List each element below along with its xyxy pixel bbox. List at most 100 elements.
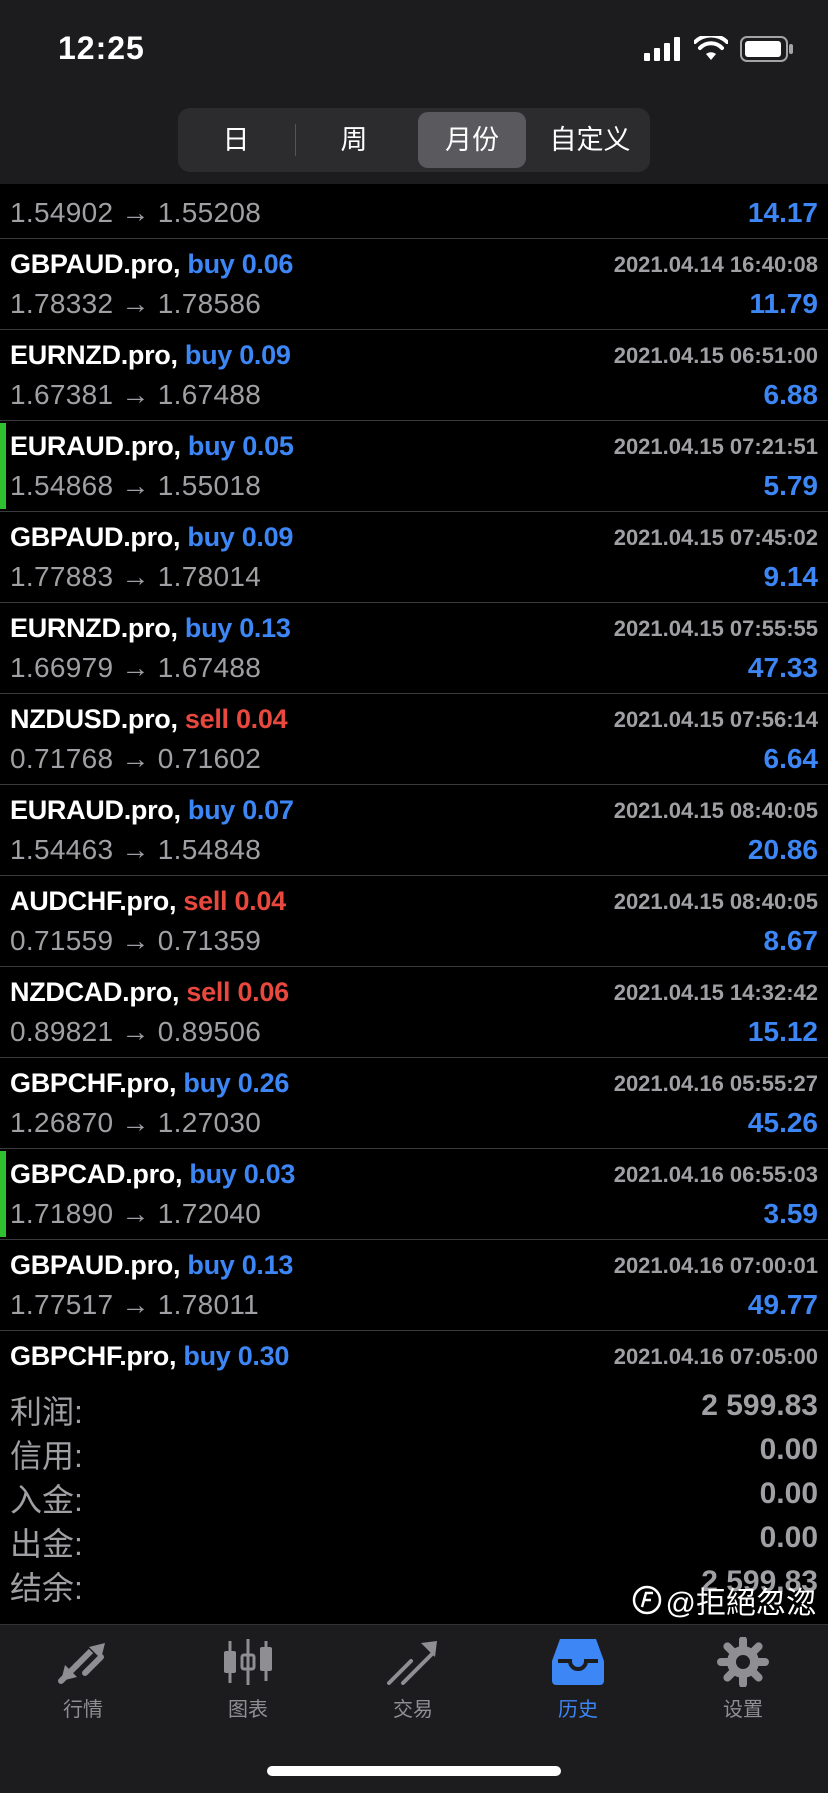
deal-title: NZDCAD.pro, sell 0.06 xyxy=(10,977,289,1008)
deal-row[interactable]: GBPAUD.pro, buy 0.06 2021.04.14 16:40:08 1… xyxy=(0,239,828,330)
summary-value: 2 599.83 xyxy=(701,1389,818,1422)
deal-row[interactable]: GBPCHF.pro, buy 0.302021.04.16 07:05:001… xyxy=(0,1331,828,1384)
deal-volume: 0.06 xyxy=(237,977,289,1007)
deal-side: buy xyxy=(187,522,235,552)
deal-side: sell xyxy=(186,977,231,1007)
segment-month[interactable]: 月份 xyxy=(418,112,526,168)
tab-settings[interactable]: 设置 xyxy=(683,1637,803,1722)
deal-symbol: AUDCHF.pro, xyxy=(10,886,177,916)
cellular-signal-icon xyxy=(644,37,680,61)
deal-symbol: GBPAUD.pro, xyxy=(10,249,181,279)
deal-time: 2021.04.16 07:05:00 xyxy=(613,1344,818,1369)
segment-custom[interactable]: 自定义 xyxy=(536,112,644,168)
deal-time: 2021.04.16 05:55:27 xyxy=(613,1071,818,1096)
deal-time: 2021.04.15 08:40:05 xyxy=(613,798,818,823)
deal-row[interactable]: GBPAUD.pro, buy 0.13 2021.04.16 07:00:01 1… xyxy=(0,1240,828,1331)
deal-row[interactable]: EURNZD.pro, buy 0.09 2021.04.15 06:51:00 1… xyxy=(0,330,828,421)
deal-prices: 0.89821 → 0.89506 xyxy=(10,1016,262,1047)
deal-row[interactable]: AUDCHF.pro, sell 0.04 2021.04.15 08:40:05… xyxy=(0,876,828,967)
deal-symbol: GBPCHF.pro, xyxy=(10,1341,177,1371)
deal-time: 2021.04.16 06:55:03 xyxy=(613,1162,818,1187)
segment-day[interactable]: 日 xyxy=(182,112,290,168)
deal-side: buy xyxy=(183,1068,231,1098)
deal-side: sell xyxy=(183,886,228,916)
deal-row[interactable]: GBPCHF.pro, buy 0.26 2021.04.16 05:55:27 1… xyxy=(0,1058,828,1149)
summary-row: 利润: 2 599.83 xyxy=(0,1384,828,1430)
deal-prices: 1.78332 → 1.78586 xyxy=(10,288,262,319)
system-icons xyxy=(644,36,794,62)
deal-title: GBPAUD.pro, buy 0.13 xyxy=(10,1250,293,1281)
tab-history[interactable]: 历史 xyxy=(518,1637,638,1722)
deal-profit: 45.26 xyxy=(747,1107,818,1138)
deal-profit: 20.86 xyxy=(747,834,818,865)
deal-volume: 0.04 xyxy=(235,704,288,734)
summary-row: 入金: 0.00 xyxy=(0,1472,828,1518)
summary-row: 出金: 0.00 xyxy=(0,1516,828,1562)
deal-row[interactable]: GBPCAD.pro, buy 0.03 2021.04.16 06:55:03 1… xyxy=(0,1149,828,1240)
battery-icon xyxy=(740,36,793,62)
deal-profit: 6.64 xyxy=(763,743,819,774)
deal-prices: 1.54902 → 1.55208 xyxy=(10,197,262,228)
status-bar: 12:25 xyxy=(0,0,828,100)
deal-row[interactable]: NZDUSD.pro, sell 0.04 2021.04.15 07:56:14… xyxy=(0,694,828,785)
deal-prices: 1.67381 → 1.67488 xyxy=(10,379,262,410)
wifi-icon xyxy=(694,36,728,60)
deal-side: buy xyxy=(189,1159,237,1189)
deal-time: 2021.04.15 07:55:55 xyxy=(613,616,818,641)
summary-value: 0.00 xyxy=(759,1521,818,1554)
deal-prices: 1.26870 → 1.27030 xyxy=(10,1107,262,1138)
watermark-text: @拒絕忽淴 xyxy=(665,1587,816,1620)
deal-side: buy xyxy=(187,1250,235,1280)
deal-time: 2021.04.15 07:56:14 xyxy=(613,707,818,732)
deal-prices: 1.77517 → 1.78011 xyxy=(10,1289,260,1320)
deal-profit: 49.77 xyxy=(747,1289,818,1320)
deals-list[interactable]: 1.54902 → 1.55208 14.17 GBPAUD.pro, buy … xyxy=(0,184,828,1384)
deal-row-partial[interactable]: 1.54902 → 1.55208 14.17 xyxy=(0,184,828,239)
deal-side: sell xyxy=(184,704,229,734)
deal-profit: 6.88 xyxy=(763,379,819,410)
deal-volume: 0.03 xyxy=(243,1159,296,1189)
deal-volume: 0.06 xyxy=(241,249,294,279)
tab-chart[interactable]: 图表 xyxy=(188,1637,308,1722)
deal-row[interactable]: GBPAUD.pro, buy 0.09 2021.04.15 07:45:02 1… xyxy=(0,512,828,603)
deal-prices: 0.71559 → 0.71359 xyxy=(10,925,262,956)
deal-title: GBPCHF.pro, buy 0.26 xyxy=(10,1068,289,1099)
history-icon xyxy=(552,1639,604,1685)
deal-profit: 15.12 xyxy=(747,1016,818,1047)
deal-symbol: EURAUD.pro, xyxy=(10,795,181,825)
deal-title: NZDUSD.pro, sell 0.04 xyxy=(10,704,288,735)
segment-week[interactable]: 周 xyxy=(300,112,408,168)
tab-trade[interactable]: 交易 xyxy=(353,1637,473,1722)
deal-volume: 0.05 xyxy=(242,431,294,461)
deal-marker xyxy=(0,423,6,509)
deal-row[interactable]: EURNZD.pro, buy 0.13 2021.04.15 07:55:55 1… xyxy=(0,603,828,694)
deal-symbol: NZDCAD.pro, xyxy=(10,977,180,1007)
deal-row[interactable]: NZDCAD.pro, sell 0.06 2021.04.15 14:32:42… xyxy=(0,967,828,1058)
segment-divider xyxy=(295,124,296,156)
watermark: @拒絕忽淴 xyxy=(632,1578,816,1622)
deal-prices: 1.54463 → 1.54848 xyxy=(10,834,262,865)
tab-quotes[interactable]: 行情 xyxy=(23,1637,143,1722)
deal-row[interactable]: EURAUD.pro, buy 0.05 2021.04.15 07:21:51 1… xyxy=(0,421,828,512)
summary-value: 0.00 xyxy=(759,1433,818,1466)
deal-symbol: EURAUD.pro, xyxy=(10,431,181,461)
deal-time: 2021.04.15 07:45:02 xyxy=(613,525,818,550)
clock: 12:25 xyxy=(58,30,145,66)
deal-profit: 11.79 xyxy=(749,288,818,319)
deal-symbol: GBPAUD.pro, xyxy=(10,1250,181,1280)
deal-volume: 0.07 xyxy=(242,795,294,825)
home-indicator[interactable] xyxy=(267,1766,561,1776)
deal-title: GBPCHF.pro, buy 0.30 xyxy=(10,1341,289,1372)
tab-settings-label: 设置 xyxy=(723,1699,763,1721)
summary-label: 利润: xyxy=(10,1394,83,1430)
trade-icon xyxy=(387,1641,437,1685)
deal-time: 2021.04.15 06:51:00 xyxy=(613,343,818,368)
quotes-icon xyxy=(58,1643,105,1684)
deal-profit: 5.79 xyxy=(763,470,819,501)
deal-profit: 9.14 xyxy=(763,561,819,592)
deal-row[interactable]: EURAUD.pro, buy 0.07 2021.04.15 08:40:05 1… xyxy=(0,785,828,876)
deal-symbol: EURNZD.pro, xyxy=(10,340,178,370)
deal-time: 2021.04.16 07:00:01 xyxy=(613,1253,818,1278)
summary-label: 入金: xyxy=(10,1482,83,1518)
deal-time: 2021.04.15 07:21:51 xyxy=(613,434,818,459)
